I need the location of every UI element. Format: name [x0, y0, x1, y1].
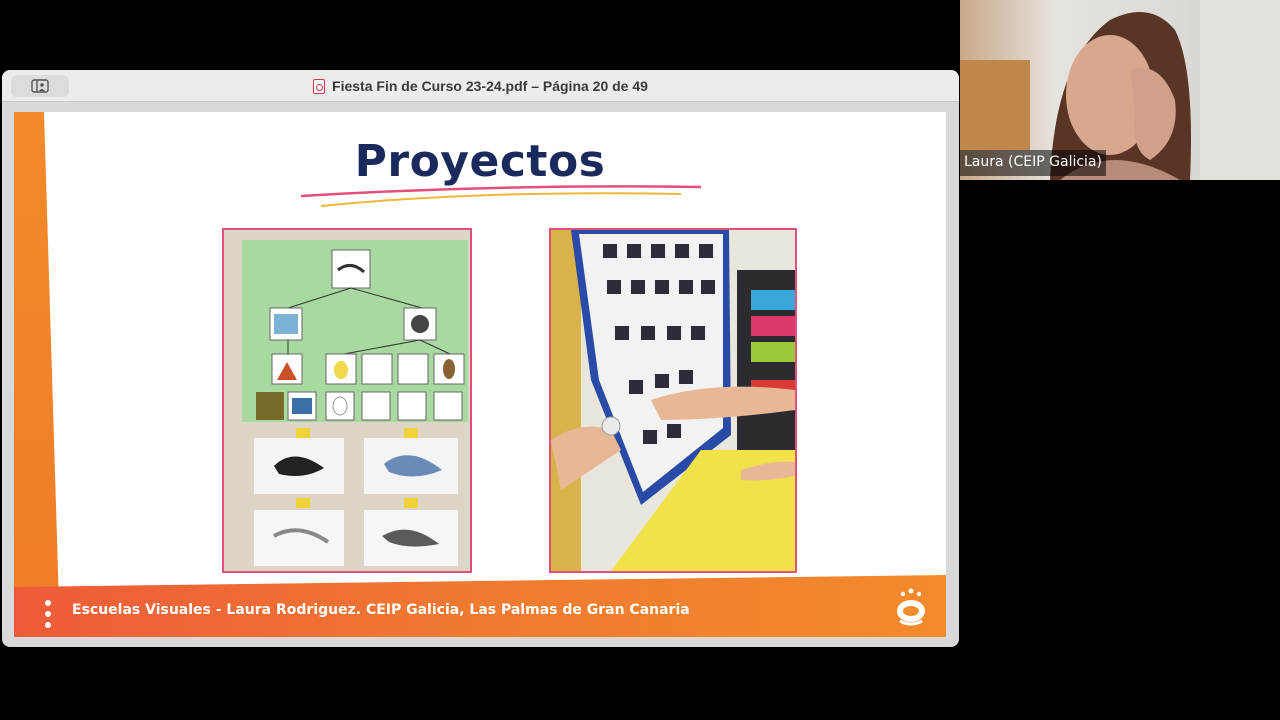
webcam-video-tile[interactable]: Laura (CEIP Galicia): [960, 0, 1280, 180]
picture-board-illustration: [551, 230, 795, 571]
pdf-viewer-window: Fiesta Fin de Curso 23-24.pdf – Página 2…: [2, 70, 959, 647]
project-photo-concept-map: [222, 228, 472, 573]
slide-footer-banner: Escuelas Visuales - Laura Rodriguez. CEI…: [14, 575, 946, 637]
escuelas-visuales-logo-icon: [897, 588, 925, 626]
dots-icon: [45, 600, 51, 628]
project-photo-picture-board: [549, 228, 797, 573]
slide-page: Proyectos Escuelas Visuales - Laura Rodr…: [14, 112, 946, 637]
window-titlebar: Fiesta Fin de Curso 23-24.pdf – Página 2…: [2, 70, 959, 102]
pdf-file-icon: [313, 78, 326, 94]
concept-map-illustration: [224, 230, 470, 571]
title-underline: [301, 185, 701, 207]
participant-name-label: Laura (CEIP Galicia): [960, 150, 1106, 176]
footer-credit-text: Escuelas Visuales - Laura Rodriguez. CEI…: [72, 602, 690, 618]
slide-left-band: [14, 112, 60, 637]
document-title: Fiesta Fin de Curso 23-24.pdf – Página 2…: [332, 78, 648, 94]
